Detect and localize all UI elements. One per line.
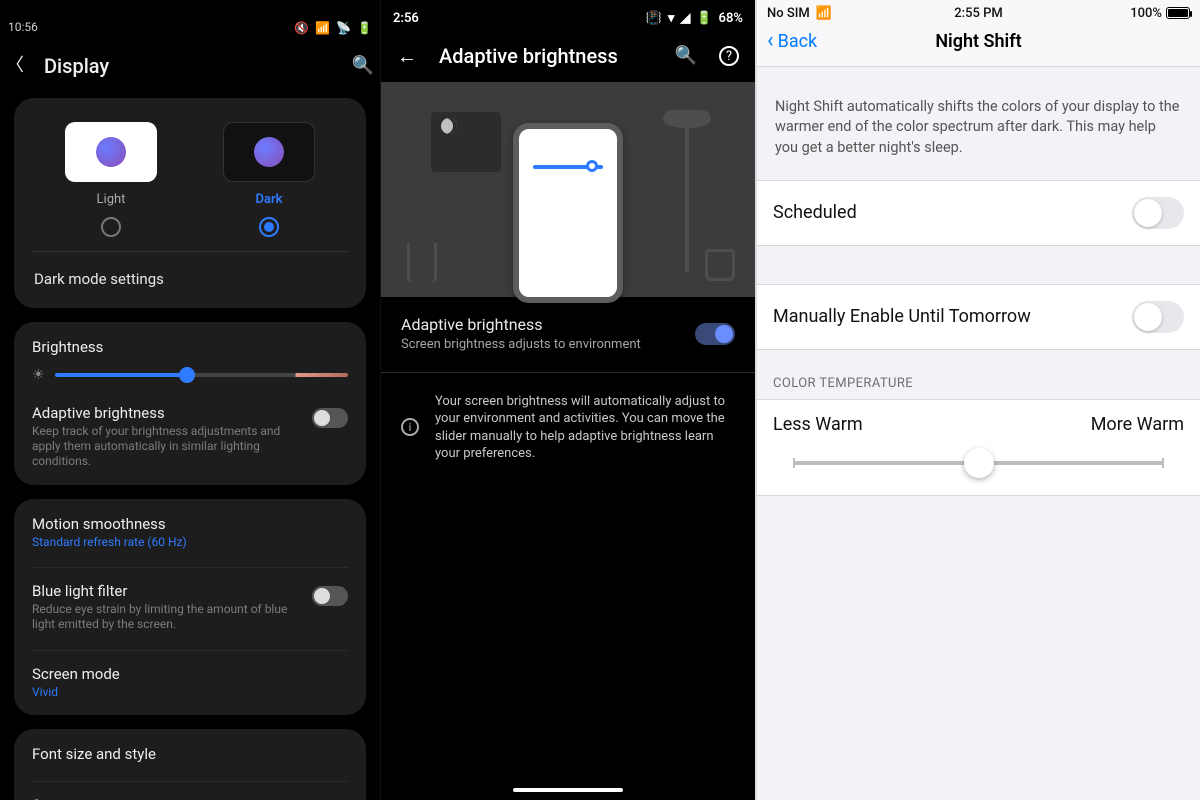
chevron-left-icon: ‹	[767, 30, 774, 52]
status-battery-pct: 68%	[719, 11, 743, 26]
screen-mode-row[interactable]: Screen mode Vivid	[32, 650, 348, 699]
page-title: Night Shift	[935, 31, 1021, 52]
status-bar: No SIM 📶 2:55 PM 100%	[757, 0, 1200, 24]
radio-light[interactable]	[101, 217, 121, 237]
manual-enable-row[interactable]: Manually Enable Until Tomorrow	[757, 284, 1200, 350]
motion-smoothness-value: Standard refresh rate (60 Hz)	[32, 535, 187, 549]
back-label: Back	[778, 31, 818, 52]
glass-icon	[705, 249, 735, 281]
status-battery-pct: 100%	[1130, 6, 1162, 21]
font-card: Font size and style Screen zoom	[14, 729, 366, 800]
motion-smoothness-label: Motion smoothness	[32, 515, 187, 533]
battery-icon: 🔋	[696, 12, 712, 25]
battery-icon: 🔋	[357, 22, 372, 34]
sun-icon: ☀	[32, 368, 45, 382]
color-temperature-thumb[interactable]	[964, 448, 994, 478]
adaptive-brightness-row[interactable]: Adaptive brightness Screen brightness ad…	[381, 297, 755, 372]
nav-bar: ‹ Back Night Shift	[757, 24, 1200, 67]
info-row: i Your screen brightness will automatica…	[381, 372, 755, 481]
screen-zoom-row[interactable]: Screen zoom	[32, 781, 348, 800]
status-time: 10:56	[8, 20, 38, 34]
help-icon[interactable]: ?	[719, 46, 739, 66]
color-temperature-cell: Less Warm More Warm	[757, 399, 1200, 496]
wifi-icon: 📶	[816, 7, 832, 20]
adaptive-brightness-toggle[interactable]	[695, 323, 735, 345]
status-bar: 10:56 🔇 📶 📡 🔋	[0, 0, 380, 40]
theme-thumb-dark	[223, 122, 315, 182]
back-button[interactable]: ‹ Back	[767, 30, 817, 52]
gesture-bar[interactable]	[513, 788, 623, 792]
blue-light-toggle[interactable]	[312, 586, 348, 606]
more-warm-label: More Warm	[1091, 414, 1184, 435]
lamp-icon	[685, 112, 689, 272]
adaptive-brightness-sub: Keep track of your brightness adjustment…	[32, 424, 302, 469]
color-temperature-slider[interactable]	[793, 461, 1164, 465]
scheduled-row[interactable]: Scheduled	[757, 180, 1200, 246]
plant-icon	[407, 243, 437, 283]
brightness-label: Brightness	[32, 338, 348, 356]
status-carrier: No SIM	[767, 6, 810, 21]
theme-label-light: Light	[97, 192, 126, 207]
page-title: Adaptive brightness	[439, 44, 653, 68]
motion-smoothness-row[interactable]: Motion smoothness Standard refresh rate …	[32, 515, 348, 549]
adaptive-brightness-label: Adaptive brightness	[32, 404, 302, 422]
adaptive-brightness-sub: Screen brightness adjusts to environment	[401, 336, 679, 354]
scheduled-label: Scheduled	[773, 202, 857, 223]
adaptive-brightness-title: Adaptive brightness	[401, 315, 679, 334]
back-icon[interactable]: ←	[397, 46, 417, 66]
page-title: Display	[44, 54, 332, 78]
display-options-card: Motion smoothness Standard refresh rate …	[14, 499, 366, 715]
less-warm-label: Less Warm	[773, 414, 863, 435]
search-icon[interactable]: 🔍	[675, 47, 697, 65]
status-time: 2:55 PM	[908, 6, 1049, 21]
screen-zoom-label: Screen zoom	[32, 796, 119, 800]
brightness-thumb[interactable]	[179, 367, 195, 383]
signal-icon: 📡	[336, 22, 351, 34]
blue-light-label: Blue light filter	[32, 582, 302, 600]
adaptive-brightness-toggle[interactable]	[312, 408, 348, 428]
battery-icon	[1166, 7, 1190, 19]
font-size-label: Font size and style	[32, 745, 156, 763]
theme-thumb-light	[65, 122, 157, 182]
manual-enable-label: Manually Enable Until Tomorrow	[773, 306, 1031, 327]
status-icons-right: 🔇 📶 📡 🔋	[294, 22, 372, 34]
brightness-track[interactable]	[55, 373, 348, 377]
manual-enable-toggle[interactable]	[1132, 301, 1184, 333]
description-text: Night Shift automatically shifts the col…	[757, 67, 1200, 180]
wifi-icon: 📶	[315, 22, 330, 34]
blue-light-row[interactable]: Blue light filter Reduce eye strain by l…	[32, 567, 348, 632]
info-icon: i	[401, 418, 419, 436]
brightness-card: Brightness ☀ Adaptive brightness Keep tr…	[14, 322, 366, 485]
phone-illustration	[513, 123, 623, 303]
blue-light-sub: Reduce eye strain by limiting the amount…	[32, 602, 302, 632]
dark-mode-settings-link[interactable]: Dark mode settings	[32, 251, 348, 292]
font-size-row[interactable]: Font size and style	[32, 745, 348, 763]
theme-label-dark: Dark	[256, 192, 283, 207]
status-bar: 2:56 📳 ▾ ◢ 🔋 68%	[381, 0, 755, 30]
screen-mode-value: Vivid	[32, 685, 120, 699]
theme-option-light[interactable]: Light	[65, 122, 157, 237]
vibrate-icon: 📳	[646, 12, 662, 25]
theme-option-dark[interactable]: Dark	[223, 122, 315, 237]
color-temperature-section-label: COLOR TEMPERATURE	[757, 350, 1200, 399]
scheduled-toggle[interactable]	[1132, 197, 1184, 229]
brightness-slider[interactable]: ☀	[32, 368, 348, 382]
status-time: 2:56	[393, 11, 419, 26]
theme-card: Light Dark Dark mode settings	[14, 98, 366, 308]
search-icon[interactable]: 🔍	[352, 57, 374, 75]
moon-icon	[441, 118, 457, 134]
mute-icon: 🔇	[294, 22, 309, 34]
screen-mode-label: Screen mode	[32, 665, 120, 683]
info-text: Your screen brightness will automaticall…	[435, 393, 735, 463]
wifi-icon: ▾	[668, 12, 675, 25]
hero-illustration	[381, 82, 755, 297]
back-icon[interactable]: 〈	[6, 57, 24, 75]
signal-icon: ◢	[680, 12, 690, 25]
radio-dark[interactable]	[259, 217, 279, 237]
